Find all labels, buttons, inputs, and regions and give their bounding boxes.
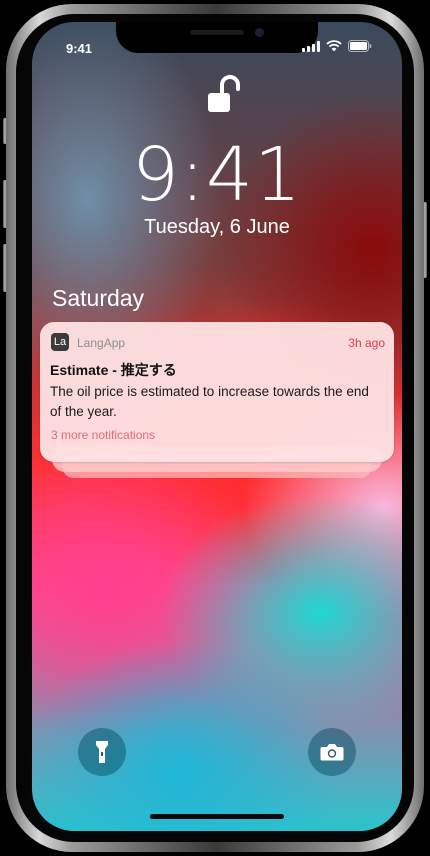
notification-time: 3h ago [348, 336, 385, 350]
home-indicator[interactable] [150, 814, 284, 819]
more-notifications-link[interactable]: 3 more notifications [51, 428, 155, 442]
camera-icon [320, 744, 344, 761]
notch [116, 22, 318, 53]
earpiece-speaker [190, 30, 244, 35]
notification-card[interactable]: La LangApp 3h ago Estimate - 推定する The oi… [40, 322, 394, 462]
notification-section-title: Saturday [52, 285, 145, 311]
lock-clock: 9:41 [131, 132, 303, 218]
lock-date: Tuesday, 6 June [144, 216, 290, 238]
status-icons [302, 40, 372, 52]
wifi-icon [326, 40, 342, 52]
status-time: 9:41 [66, 41, 93, 56]
flashlight-icon [96, 741, 108, 763]
notification-title: Estimate - 推定する [50, 362, 177, 378]
app-icon: La [51, 333, 69, 351]
notification-app-name: LangApp [77, 336, 126, 350]
battery-icon [348, 40, 372, 52]
signal-bars-icon [302, 41, 320, 52]
lock-screen: 9:41 9:41 Tuesday, 6 June Saturday La La… [32, 22, 402, 831]
notification-body: The oil price is estimated to increase t… [50, 384, 369, 419]
phone-device: 9:41 9:41 Tuesday, 6 June Saturday La La… [0, 0, 430, 856]
front-camera [255, 28, 264, 37]
unlocked-padlock-icon [208, 75, 240, 112]
camera-button[interactable] [308, 728, 356, 776]
flashlight-button[interactable] [78, 728, 126, 776]
